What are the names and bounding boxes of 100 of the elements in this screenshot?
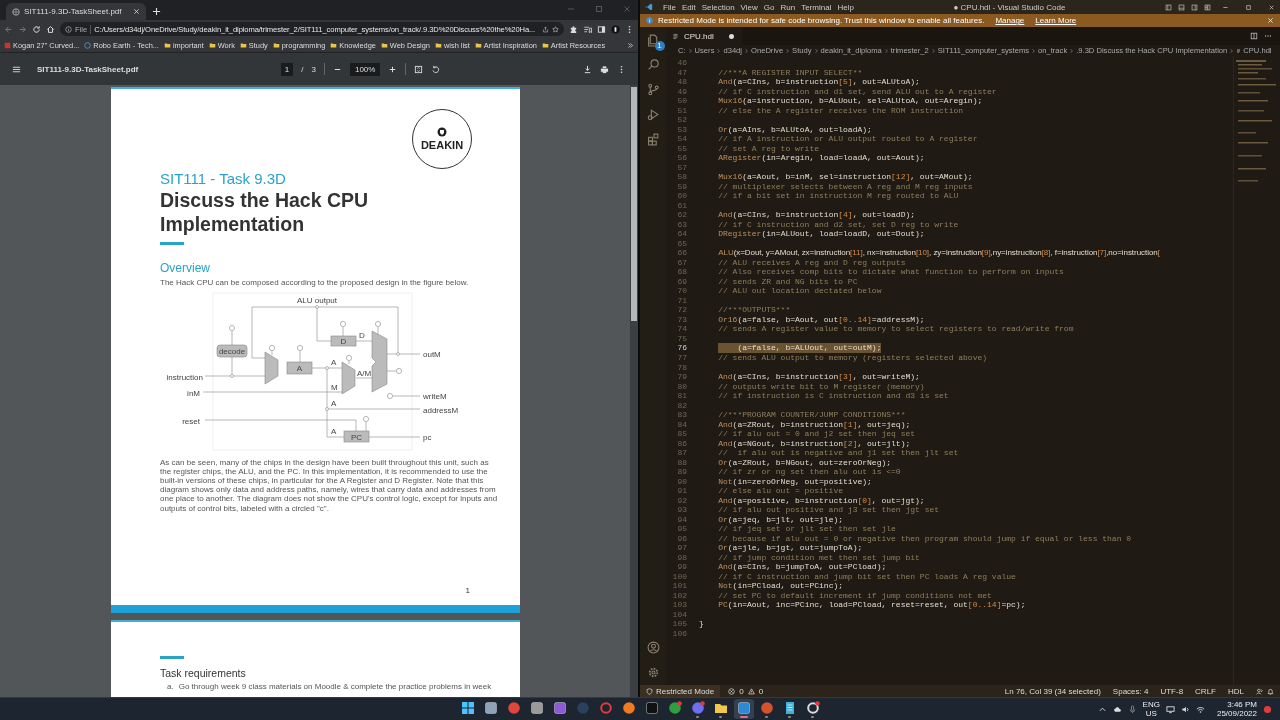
star-icon[interactable] (552, 25, 559, 33)
status-item[interactable]: CRLF (1195, 686, 1216, 696)
code-line: //***A REGISTER INPUT SELECT** (718, 67, 863, 77)
profile-icon[interactable] (611, 24, 620, 34)
menu-item[interactable]: Edit (681, 2, 696, 12)
code-line: PC(in=Aout, inc=PCinc, load=PCload, reset=reset, out[0..14]=pc); (718, 600, 1026, 610)
account-icon[interactable] (646, 641, 660, 654)
clock-time[interactable]: 3:46 PM (1227, 700, 1257, 709)
zoom-field[interactable]: 100% (349, 62, 381, 76)
cloud-icon[interactable] (1112, 704, 1122, 714)
network-icon[interactable] (1195, 704, 1205, 714)
microphone-icon[interactable] (1127, 704, 1137, 714)
restricted-mode-status[interactable]: Restricted Mode (640, 685, 721, 697)
status-item[interactable]: HDL (1228, 686, 1244, 696)
download-icon[interactable] (583, 64, 592, 74)
split-editor-icon[interactable] (1250, 32, 1258, 40)
status-item[interactable]: Ln 76, Col 39 (34 selected) (1004, 686, 1101, 696)
menu-item[interactable]: Selection (701, 2, 735, 12)
extensions-icon[interactable] (646, 133, 660, 146)
new-tab-icon[interactable] (152, 7, 161, 16)
maximize-icon[interactable] (1245, 3, 1252, 11)
code-line: // set A reg to write (718, 143, 820, 154)
layout-icon[interactable] (1178, 3, 1185, 11)
line-number: 59 (676, 181, 687, 192)
monitor-icon[interactable] (1165, 704, 1175, 714)
diagram-label: A (331, 398, 337, 408)
line-number: 64 (676, 229, 687, 239)
language-indicator[interactable]: ENG (1142, 700, 1160, 709)
document-title: SIT111-9.3D-TaskSheet.pdf (37, 64, 139, 74)
layout-icon[interactable] (1191, 3, 1198, 11)
share-icon[interactable] (542, 25, 549, 33)
code-line: // because if alu out = 0 or negative then program should jump if equal or less than 0 (718, 533, 1132, 544)
files-icon[interactable] (646, 34, 660, 47)
clock-date[interactable]: 25/09/2022 (1216, 709, 1257, 718)
code-line: } (699, 619, 704, 629)
diagram-label: outM (423, 349, 441, 359)
folder-icon (208, 41, 216, 49)
volume-icon[interactable] (1180, 704, 1190, 714)
home-icon[interactable] (46, 24, 55, 34)
diagram-label: A (296, 363, 303, 373)
layout-icon[interactable] (1165, 3, 1172, 11)
rotate-icon[interactable] (431, 64, 441, 74)
banner-link[interactable]: Manage (995, 16, 1025, 25)
editor-tab[interactable]: CPU.hdl (666, 27, 742, 45)
code-line: // ALU receives A reg and D reg outputs (718, 257, 906, 268)
menu-item[interactable]: File (663, 2, 676, 12)
folder-icon (541, 41, 549, 49)
reading-list-icon[interactable] (583, 24, 592, 34)
side-panel-icon[interactable] (597, 24, 606, 34)
print-icon[interactable] (600, 64, 609, 74)
document-title: Discuss the Hack CPU Implementation (160, 188, 370, 236)
feedback-icon[interactable] (1256, 687, 1263, 695)
bell-icon[interactable] (1267, 687, 1274, 695)
code-line: // if zr or ng set then alu out is <=0 (718, 467, 901, 477)
settings-icon[interactable] (646, 666, 660, 679)
menu-icon[interactable] (12, 64, 21, 74)
close-icon[interactable] (1268, 3, 1275, 11)
menu-item[interactable]: Help (837, 2, 854, 12)
banner-link[interactable]: Learn More (1035, 16, 1077, 25)
branch-icon[interactable] (646, 83, 660, 96)
puzzle-icon[interactable] (569, 24, 578, 34)
notification-icon[interactable] (1263, 704, 1272, 714)
code-line: And(a=CIns, b=jumpToA, out=PCload); (718, 562, 887, 572)
close-icon[interactable] (133, 8, 140, 15)
menu-item[interactable]: View (740, 2, 758, 12)
error-icon[interactable] (728, 687, 736, 695)
back-icon[interactable] (4, 24, 13, 34)
zoom-in-icon[interactable] (388, 64, 398, 74)
menu-item[interactable]: Run (780, 2, 796, 12)
scrollbar-thumb[interactable] (631, 87, 637, 321)
line-number: 95 (676, 524, 687, 534)
menu-item[interactable]: Go (763, 2, 775, 12)
status-item[interactable]: UTF-8 (1160, 686, 1184, 696)
code-line: Mux16(a=instruction, b=ALUout, sel=ALUtoA, out=Aregin); (718, 96, 983, 106)
reload-icon[interactable] (32, 24, 41, 34)
run-debug-icon[interactable] (646, 108, 660, 121)
line-number: 79 (676, 372, 687, 382)
diagram-label: D (359, 330, 365, 340)
line-number: 99 (676, 562, 687, 572)
browser-tab[interactable]: SIT111-9.3D-TaskSheet.pdf (6, 3, 146, 20)
chevron-icon[interactable] (627, 41, 634, 49)
search-icon[interactable] (646, 58, 660, 71)
page-number-field[interactable]: 1 (280, 62, 294, 76)
line-number: 49 (676, 86, 687, 97)
code-line: // sends ALU output to memory (registers selected above) (718, 353, 988, 363)
line-number: 47 (676, 67, 687, 78)
folder-icon (380, 41, 388, 49)
chevron-icon (1069, 47, 1075, 54)
more-icon[interactable] (1264, 32, 1272, 40)
line-number: 88 (676, 457, 687, 468)
warning-icon[interactable] (747, 687, 755, 695)
line-number: 102 (671, 590, 687, 601)
fit-page-icon[interactable] (414, 64, 424, 74)
region-indicator[interactable]: US (1145, 709, 1157, 718)
line-number: 93 (676, 505, 687, 515)
menu-item[interactable]: Terminal (801, 2, 832, 12)
layout-icon[interactable] (1204, 3, 1211, 11)
forward-icon[interactable] (18, 24, 27, 34)
status-item[interactable]: Spaces: 4 (1112, 686, 1149, 696)
page-separator: / (301, 64, 304, 74)
